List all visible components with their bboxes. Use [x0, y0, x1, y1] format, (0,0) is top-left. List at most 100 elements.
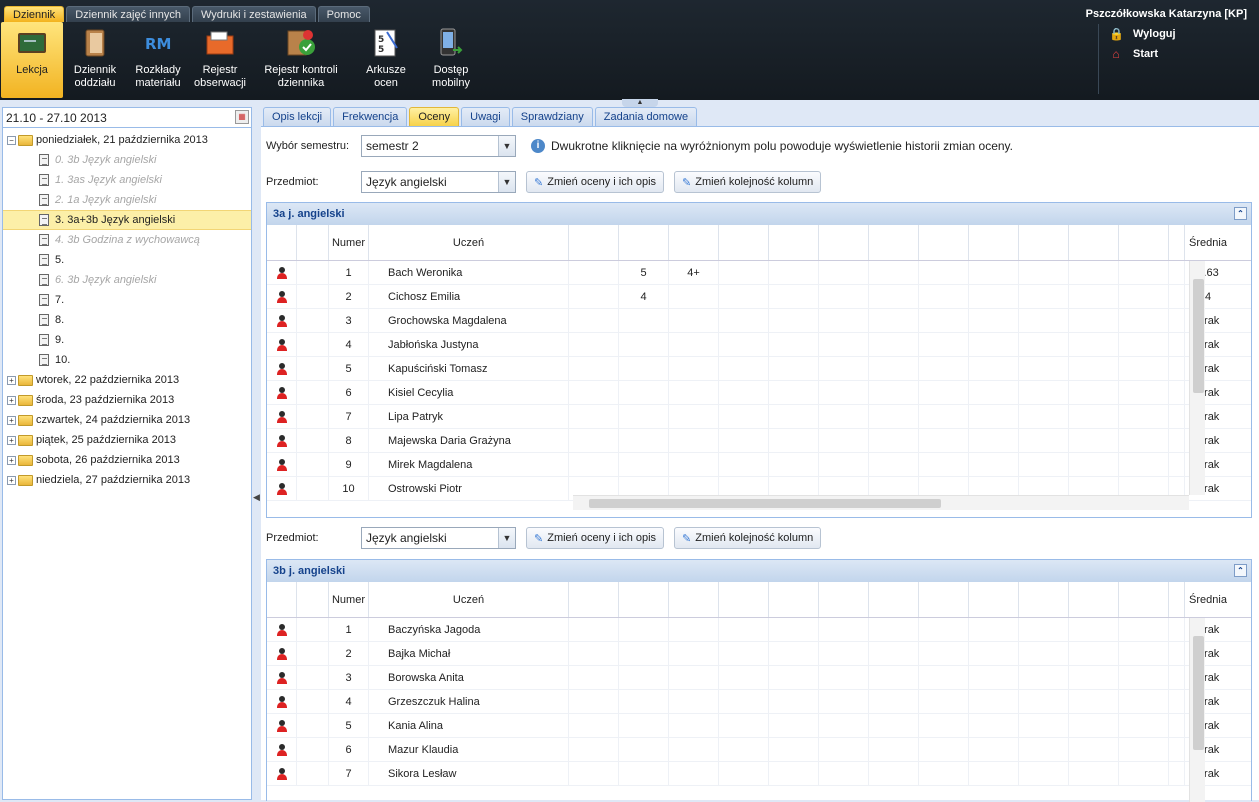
grade-cell[interactable]: [569, 381, 619, 404]
grade-cell[interactable]: [1119, 666, 1169, 689]
grade-cell[interactable]: [569, 405, 619, 428]
grade-cell[interactable]: [919, 261, 969, 284]
table-row[interactable]: 6 Mazur Klaudia Brak: [267, 738, 1251, 762]
change-order-button[interactable]: ✎ Zmień kolejność kolumn: [674, 171, 822, 193]
grade-cell[interactable]: [969, 642, 1019, 665]
col-grade[interactable]: [1069, 582, 1119, 617]
grade-cell[interactable]: [1119, 285, 1169, 308]
expand-icon[interactable]: +: [7, 455, 16, 465]
grade-cell[interactable]: [769, 309, 819, 332]
grade-cell[interactable]: [719, 714, 769, 737]
grade-cell[interactable]: [869, 333, 919, 356]
tree-lesson[interactable]: 5.: [3, 250, 251, 270]
date-range[interactable]: 21.10 - 27.10 2013 ▦: [3, 108, 251, 128]
grade-cell[interactable]: [969, 261, 1019, 284]
col-grade[interactable]: [619, 582, 669, 617]
grade-cell[interactable]: [1119, 405, 1169, 428]
grade-cell[interactable]: [1019, 642, 1069, 665]
grade-cell[interactable]: [619, 714, 669, 737]
col-grade[interactable]: [1119, 225, 1169, 260]
grade-cell[interactable]: [769, 285, 819, 308]
col-grade[interactable]: [1119, 582, 1169, 617]
grade-cell[interactable]: [669, 618, 719, 641]
grade-cell[interactable]: [869, 357, 919, 380]
grade-cell[interactable]: [969, 309, 1019, 332]
grade-cell[interactable]: [1069, 261, 1119, 284]
grade-cell[interactable]: [619, 690, 669, 713]
expand-icon[interactable]: +: [7, 475, 16, 485]
grade-cell[interactable]: [1119, 309, 1169, 332]
grade-cell[interactable]: [769, 762, 819, 785]
grade-cell[interactable]: [919, 333, 969, 356]
grade-cell[interactable]: [869, 642, 919, 665]
grade-cell[interactable]: [619, 738, 669, 761]
grade-cell[interactable]: [1119, 618, 1169, 641]
grade-cell[interactable]: [769, 261, 819, 284]
col-grade[interactable]: [669, 582, 719, 617]
grade-cell[interactable]: [969, 333, 1019, 356]
grade-cell[interactable]: [1019, 666, 1069, 689]
table-row[interactable]: 6 Kisiel Cecylia Brak: [267, 381, 1251, 405]
grade-cell[interactable]: [869, 309, 919, 332]
grade-cell[interactable]: [1019, 738, 1069, 761]
grade-cell[interactable]: [569, 666, 619, 689]
change-order-button-2[interactable]: ✎ Zmień kolejność kolumn: [674, 527, 822, 549]
tree-lesson[interactable]: 2. 1a Język angielski: [3, 190, 251, 210]
expand-icon[interactable]: +: [7, 395, 16, 405]
grade-cell[interactable]: [569, 714, 619, 737]
scroll-thumb[interactable]: [1193, 279, 1204, 393]
grade-cell[interactable]: [919, 309, 969, 332]
grade-cell[interactable]: [819, 285, 869, 308]
grade-cell[interactable]: [769, 666, 819, 689]
table-row[interactable]: 7 Sikora Lesław Brak: [267, 762, 1251, 786]
subject-select[interactable]: Język angielski ▼: [361, 171, 516, 193]
grade-cell[interactable]: [1019, 453, 1069, 476]
grade-cell[interactable]: [869, 714, 919, 737]
grade-cell[interactable]: [1069, 405, 1119, 428]
grade-cell[interactable]: [669, 285, 719, 308]
tree-day[interactable]: + wtorek, 22 października 2013: [3, 370, 251, 390]
col-grade[interactable]: [869, 225, 919, 260]
grade-cell[interactable]: [1069, 429, 1119, 452]
grade-cell[interactable]: [719, 666, 769, 689]
grade-cell[interactable]: [819, 429, 869, 452]
grade-cell[interactable]: [969, 357, 1019, 380]
col-grade[interactable]: [969, 582, 1019, 617]
col-average[interactable]: Średnia: [1185, 225, 1231, 260]
table-row[interactable]: 4 Grzeszczuk Halina Brak: [267, 690, 1251, 714]
tree-day[interactable]: + środa, 23 października 2013: [3, 390, 251, 410]
grade-cell[interactable]: [1019, 762, 1069, 785]
expand-icon[interactable]: +: [7, 375, 16, 385]
grade-cell[interactable]: [1019, 261, 1069, 284]
col-grade[interactable]: [569, 582, 619, 617]
grade-cell[interactable]: [919, 714, 969, 737]
grade-cell[interactable]: [1119, 642, 1169, 665]
grade-cell[interactable]: [769, 642, 819, 665]
col-number[interactable]: Numer: [329, 582, 369, 617]
grade-cell[interactable]: 4: [619, 285, 669, 308]
collapse-icon[interactable]: −: [7, 135, 16, 145]
expand-icon[interactable]: +: [7, 435, 16, 445]
grade-cell[interactable]: [869, 618, 919, 641]
grade-cell[interactable]: [919, 405, 969, 428]
grade-cell[interactable]: [1119, 381, 1169, 404]
tab-uwagi[interactable]: Uwagi: [461, 107, 510, 126]
grade-cell[interactable]: [769, 714, 819, 737]
grade-cell[interactable]: [719, 405, 769, 428]
grade-cell[interactable]: [1019, 381, 1069, 404]
grade-cell[interactable]: [719, 429, 769, 452]
grade-cell[interactable]: [619, 381, 669, 404]
table-row[interactable]: 5 Kapuściński Tomasz Brak: [267, 357, 1251, 381]
grade-cell[interactable]: [1119, 333, 1169, 356]
scroll-thumb[interactable]: [589, 499, 941, 508]
grade-cell[interactable]: [819, 381, 869, 404]
tree-lesson[interactable]: 6. 3b Język angielski: [3, 270, 251, 290]
grade-cell[interactable]: [769, 357, 819, 380]
grade-cell[interactable]: [919, 666, 969, 689]
grade-cell[interactable]: [819, 738, 869, 761]
scroll-thumb[interactable]: [1193, 636, 1204, 750]
grade-cell[interactable]: [1119, 357, 1169, 380]
grade-cell[interactable]: [619, 333, 669, 356]
table-row[interactable]: 3 Borowska Anita Brak: [267, 666, 1251, 690]
menu-tab-dziennik-zajec-innych[interactable]: Dziennik zajęć innych: [66, 6, 190, 22]
